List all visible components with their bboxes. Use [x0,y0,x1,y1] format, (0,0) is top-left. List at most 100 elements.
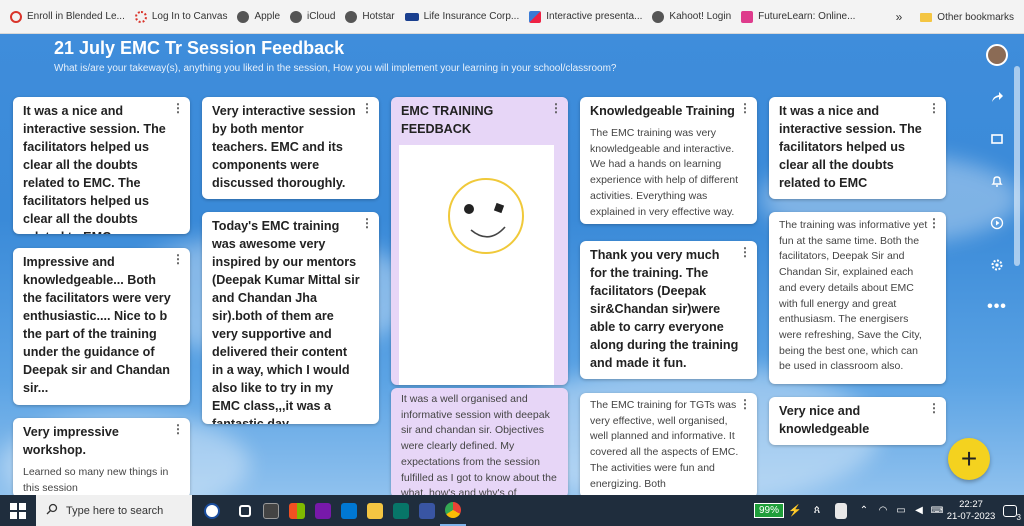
share-icon[interactable] [986,86,1008,108]
futurelearn-icon [741,10,754,23]
more-options-icon[interactable]: ⋮ [550,102,562,114]
hidden-icons-chevron-icon[interactable]: ⌃ [854,495,874,526]
notification-icon[interactable]: 3 [996,495,1024,526]
more-options-icon[interactable]: ⋮ [361,102,373,114]
bell-icon[interactable] [986,170,1008,192]
keyboard-icon[interactable]: ⌨ [928,495,946,526]
slideshow-icon[interactable] [986,212,1008,234]
more-options-icon[interactable]: ⋮ [739,102,751,114]
volume-icon[interactable]: ◀ [910,495,928,526]
more-options-icon[interactable]: ⋮ [172,253,184,265]
bookmark-interactive[interactable]: Interactive presenta... [519,10,642,23]
post-card[interactable]: ⋮ Very impressive workshop. Learned so m… [13,418,190,495]
bookmark-enroll[interactable]: Enroll in Blended Le... [0,10,125,23]
post-heading: Very interactive session by both mentor … [212,104,356,190]
windows-start-icon[interactable] [0,495,36,526]
more-options-icon[interactable]: ⋮ [928,402,940,414]
post-heading: It was a nice and interactive session. T… [23,104,166,234]
add-post-button[interactable]: + [948,438,990,480]
bookmark-lic[interactable]: Life Insurance Corp... [395,11,519,22]
gear-icon[interactable] [986,254,1008,276]
bookmark-canvas[interactable]: Log In to Canvas [125,10,227,23]
remake-icon[interactable] [986,128,1008,150]
more-options-icon[interactable]: ⋮ [739,398,751,410]
post-body: It was a well organised and informative … [401,393,557,495]
more-options-icon[interactable]: ⋮ [739,246,751,258]
bookmark-apple[interactable]: Apple [227,10,280,23]
bookmark-hotstar[interactable]: Hotstar [335,10,395,23]
post-heading: Thank you very much for the training. Th… [590,248,739,370]
avatar[interactable] [986,44,1008,66]
power-plug-icon: ⚡ [788,505,802,517]
post-body: The EMC training was very knowledgeable … [590,127,739,218]
bookmark-kahoot[interactable]: Kahoot! Login [642,10,731,23]
lic-icon [404,12,419,21]
taskbar: Type here to search 99% ⚡ ጰ ⌃ ◠ ▭ ◀ ⌨ 22… [0,495,1024,526]
padlet-board: 21 July EMC Tr Session Feedback What is/… [0,34,1024,495]
post-card[interactable]: ⋮ Very nice and knowledgeable [769,397,946,445]
calculator-icon[interactable] [258,495,284,526]
system-clock[interactable]: 22:27 21-07-2023 [946,499,996,523]
globe-icon [237,10,250,23]
post-card[interactable]: ⋮ The training was informative yet fun a… [769,212,946,384]
board-actions-rail: ••• [982,44,1012,318]
battery-indicator[interactable]: 99% [753,503,784,518]
bookmark-icloud[interactable]: iCloud [280,10,335,23]
post-heading: EMC TRAINING FEEDBACK [401,104,494,136]
more-options-icon[interactable]: ⋮ [361,217,373,229]
post-card[interactable]: ⋮ It was a nice and interactive session.… [769,97,946,199]
onenote-icon[interactable] [310,495,336,526]
post-heading: Knowledgeable Training [590,104,735,118]
post-heading: It was a nice and interactive session. T… [779,104,922,190]
display-icon[interactable]: ▭ [892,495,910,526]
post-card[interactable]: ⋮ It was a nice and interactive session.… [13,97,190,234]
outlook-icon[interactable] [336,495,362,526]
explorer-icon[interactable] [362,495,388,526]
post-body: The EMC training for TGTs was very effec… [590,399,739,490]
board-subtitle: What is/are your takeway(s), anything yo… [54,63,617,74]
more-horizontal-icon[interactable]: ••• [986,296,1008,318]
publisher-icon[interactable] [388,495,414,526]
scrollbar[interactable] [1014,66,1020,266]
visio-icon[interactable] [414,495,440,526]
taskbar-search-input[interactable]: Type here to search [36,495,192,526]
other-bookmarks[interactable]: Other bookmarks [920,12,1014,23]
store-icon[interactable] [284,495,310,526]
post-heading: Very impressive workshop. [23,425,119,457]
more-options-icon[interactable]: ⋮ [172,423,184,435]
globe-icon [345,10,358,23]
post-card[interactable]: ⋮ Impressive and knowledgeable... Both t… [13,248,190,405]
post-heading: Very nice and knowledgeable [779,404,870,436]
post-card[interactable]: ⋮ The EMC training for TGTs was very eff… [580,393,757,495]
loading-ring-icon [10,10,22,23]
document-icon[interactable] [828,495,854,526]
post-card[interactable]: ⋮ EMC TRAINING FEEDBACK [391,97,568,385]
globe-icon [290,10,303,23]
globe-icon [652,10,665,23]
search-icon [46,503,58,518]
post-heading: Today's EMC training was awesome very in… [212,219,360,424]
more-options-icon[interactable]: ⋮ [172,102,184,114]
post-card[interactable]: ⋮ Thank you very much for the training. … [580,241,757,379]
chrome-icon[interactable] [440,495,466,526]
bookmarks-bar: Enroll in Blended Le... Log In to Canvas… [0,0,1024,34]
post-card[interactable]: ⋮ Very interactive session by both mento… [202,97,379,199]
folder-icon [920,12,933,22]
post-card[interactable]: ⋮ Knowledgeable Training The EMC trainin… [580,97,757,224]
soccer-icon[interactable] [192,495,232,526]
more-options-icon[interactable]: ⋮ [928,102,940,114]
wifi-icon[interactable]: ◠ [874,495,892,526]
bookmark-futurelearn[interactable]: FutureLearn: Online... [731,10,855,23]
bookmarks-overflow-button[interactable]: » [896,10,903,24]
post-body: Learned so many new things in this sessi… [23,466,169,494]
canvas-icon [134,10,147,23]
post-card[interactable]: It was a well organised and informative … [391,388,568,495]
smiley-drawing [448,178,524,254]
post-card[interactable]: ⋮ Today's EMC training was awesome very … [202,212,379,424]
drawing-image[interactable] [399,145,554,385]
task-view-icon[interactable] [232,495,258,526]
people-icon[interactable]: ጰ [806,495,828,526]
more-options-icon[interactable]: ⋮ [928,217,940,229]
post-body: The training was informative yet fun at … [779,219,928,373]
board-title: 21 July EMC Tr Session Feedback [54,38,345,58]
